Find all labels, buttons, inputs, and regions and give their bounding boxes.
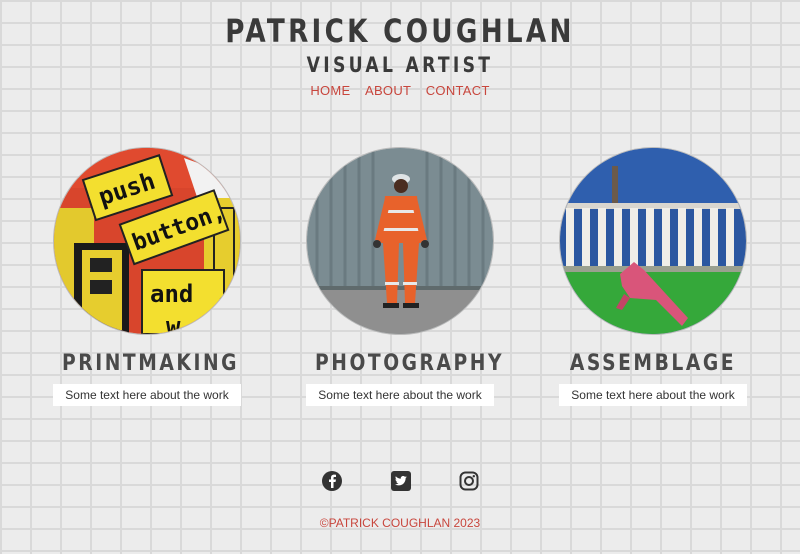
assemblage-artwork bbox=[560, 148, 746, 334]
card-title-assemblage: ASSEMBLAGE bbox=[569, 351, 737, 376]
nav-home-link[interactable]: HOME bbox=[310, 83, 350, 98]
card-text-photography: Some text here about the work bbox=[306, 384, 494, 406]
card-text-printmaking: Some text here about the work bbox=[53, 384, 241, 406]
site-header: PATRICK COUGHLAN VISUAL ARTIST HOME ABOU… bbox=[0, 10, 800, 100]
photography-artwork bbox=[307, 148, 493, 334]
card-text-assemblage: Some text here about the work bbox=[559, 384, 747, 406]
copyright-text: ©PATRICK COUGHLAN 2023 bbox=[319, 516, 481, 530]
photography-image[interactable] bbox=[307, 148, 493, 334]
assemblage-image[interactable] bbox=[560, 148, 746, 334]
nav-about-link[interactable]: ABOUT bbox=[365, 83, 411, 98]
main-nav: HOME ABOUT CONTACT bbox=[0, 82, 800, 100]
card-printmaking: push button, and w PRINTMAKING Some text… bbox=[47, 148, 247, 406]
nav-contact-link[interactable]: CONTACT bbox=[426, 83, 490, 98]
printmaking-artwork: push button, and w bbox=[54, 148, 240, 334]
card-photography: PHOTOGRAPHY Some text here about the wor… bbox=[300, 148, 505, 406]
facebook-icon[interactable] bbox=[321, 470, 343, 492]
instagram-icon[interactable] bbox=[458, 470, 480, 492]
site-title: PATRICK COUGHLAN bbox=[225, 12, 575, 50]
sign-word-and: and bbox=[150, 280, 193, 308]
twitter-icon[interactable] bbox=[390, 470, 412, 492]
social-links bbox=[0, 470, 800, 494]
sign-word-w: w bbox=[166, 312, 181, 334]
printmaking-image[interactable]: push button, and w bbox=[54, 148, 240, 334]
card-title-photography: PHOTOGRAPHY bbox=[315, 351, 505, 376]
card-assemblage: ASSEMBLAGE Some text here about the work bbox=[553, 148, 753, 406]
site-subtitle: VISUAL ARTIST bbox=[306, 53, 494, 77]
card-title-printmaking: PRINTMAKING bbox=[62, 351, 240, 376]
gallery-cards: push button, and w PRINTMAKING Some text… bbox=[0, 148, 800, 408]
